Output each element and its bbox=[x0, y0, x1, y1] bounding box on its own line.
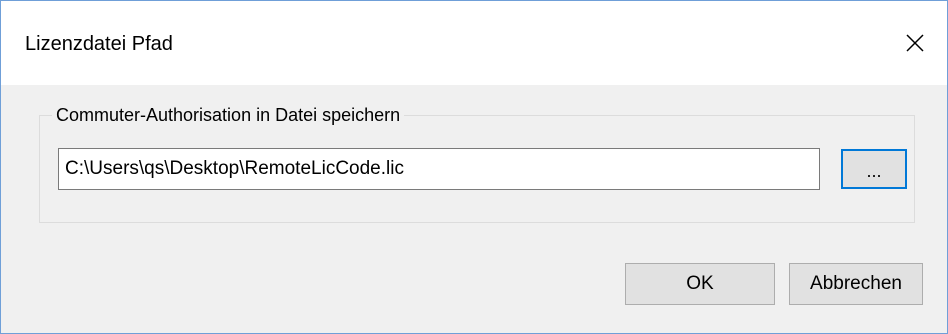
license-path-input[interactable] bbox=[58, 148, 820, 190]
cancel-button[interactable]: Abbrechen bbox=[789, 263, 923, 305]
dialog-window: Lizenzdatei Pfad Commuter-Authorisation … bbox=[0, 0, 948, 334]
title-bar: Lizenzdatei Pfad bbox=[1, 1, 947, 85]
close-icon bbox=[906, 34, 924, 52]
browse-button-label: ... bbox=[866, 160, 882, 181]
browse-button[interactable]: ... bbox=[841, 149, 907, 189]
dialog-title: Lizenzdatei Pfad bbox=[25, 33, 173, 55]
close-button[interactable] bbox=[883, 1, 947, 85]
ok-button[interactable]: OK bbox=[625, 263, 775, 305]
group-label: Commuter-Authorisation in Datei speicher… bbox=[52, 103, 405, 127]
